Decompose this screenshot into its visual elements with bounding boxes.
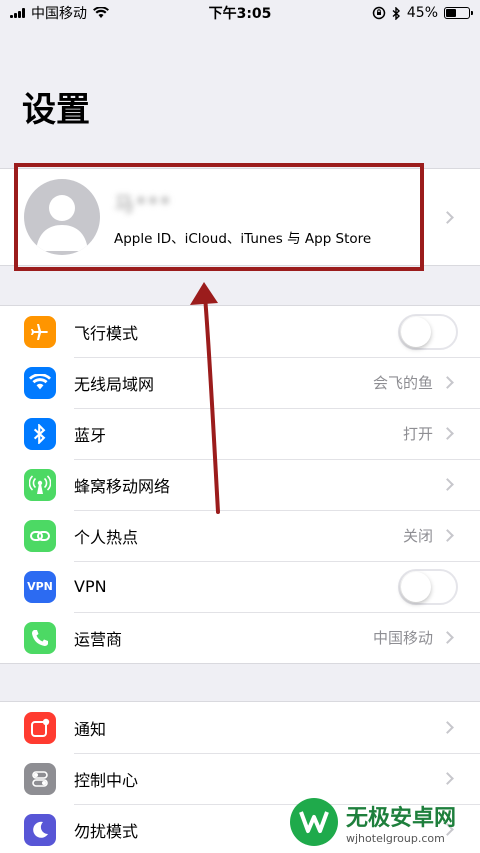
row-label: 运营商 <box>74 629 123 649</box>
battery-icon <box>444 7 473 19</box>
settings-row[interactable]: 运营商 中国移动 <box>0 612 480 663</box>
battery-percent: 45% <box>406 5 438 21</box>
settings-row[interactable]: 通知 <box>0 702 480 753</box>
row-label: 无线局域网 <box>74 374 155 394</box>
chevron-right-icon <box>441 376 454 389</box>
avatar <box>24 179 100 255</box>
vpn-icon: VPN <box>24 570 56 603</box>
row-value: 中国移动 <box>372 629 433 647</box>
toggle-switch[interactable] <box>398 568 458 605</box>
wifi-icon <box>24 366 56 399</box>
bluetooth-status-icon <box>392 6 400 20</box>
chevron-right-icon <box>441 721 454 734</box>
settings-row[interactable]: 飞行模式 <box>0 306 480 357</box>
settings-row[interactable]: VPN VPN <box>0 561 480 612</box>
chevron-right-icon <box>441 478 454 491</box>
chevron-right-icon <box>441 631 454 644</box>
watermark-logo-icon <box>290 798 338 846</box>
settings-row[interactable]: 蓝牙 打开 <box>0 408 480 459</box>
row-label: 个人热点 <box>74 527 139 547</box>
profile-name: 马*** <box>114 191 172 216</box>
chevron-right-icon <box>441 427 454 440</box>
signal-icon <box>10 8 25 18</box>
row-label: 蓝牙 <box>74 425 107 445</box>
row-label: VPN <box>74 577 107 596</box>
cellular-icon <box>24 468 56 501</box>
profile-subtitle: Apple ID、iCloud、iTunes 与 App Store <box>114 230 372 247</box>
row-value: 关闭 <box>402 527 433 545</box>
apple-id-row[interactable]: 马*** Apple ID、iCloud、iTunes 与 App Store <box>0 168 480 266</box>
control-center-icon <box>24 762 56 795</box>
settings-row[interactable]: 控制中心 <box>0 753 480 804</box>
settings-row[interactable]: 蜂窝移动网络 <box>0 459 480 510</box>
toggle-knob <box>401 571 431 602</box>
row-label: 飞行模式 <box>74 323 139 343</box>
hotspot-icon <box>24 519 56 552</box>
vpn-icon-label: VPN <box>27 580 53 593</box>
watermark: 无极安卓网 wjhotelgroup.com <box>290 798 456 846</box>
status-bar: 中国移动 下午3:05 45% <box>0 0 480 26</box>
chevron-right-icon <box>441 772 454 785</box>
settings-row[interactable]: 无线局域网 会飞的鱼 <box>0 357 480 408</box>
airplane-icon <box>24 315 56 348</box>
row-label: 通知 <box>74 719 107 739</box>
rotation-lock-icon <box>372 6 386 20</box>
chevron-right-icon <box>441 210 454 224</box>
settings-row[interactable]: 个人热点 关闭 <box>0 510 480 561</box>
notification-icon <box>24 711 56 744</box>
moon-icon <box>24 813 56 846</box>
toggle-knob <box>401 316 431 347</box>
row-label: 蜂窝移动网络 <box>74 476 171 496</box>
toggle-switch[interactable] <box>398 313 458 350</box>
carrier-label: 中国移动 <box>31 6 87 22</box>
watermark-url: wjhotelgroup.com <box>346 831 445 845</box>
wifi-status-icon <box>93 7 109 18</box>
row-value: 会飞的鱼 <box>372 374 433 392</box>
row-label: 控制中心 <box>74 770 139 790</box>
phone-icon <box>24 621 56 654</box>
connectivity-group: 飞行模式无线局域网 会飞的鱼蓝牙 打开蜂窝移动网络 个人热点 关闭 VPN VPN 运营商 中国… <box>0 305 480 664</box>
chevron-right-icon <box>441 529 454 542</box>
bluetooth-icon <box>24 417 56 450</box>
watermark-title: 无极安卓网 <box>346 805 457 831</box>
row-value: 打开 <box>402 425 433 443</box>
page-title: 设置 <box>22 90 90 130</box>
